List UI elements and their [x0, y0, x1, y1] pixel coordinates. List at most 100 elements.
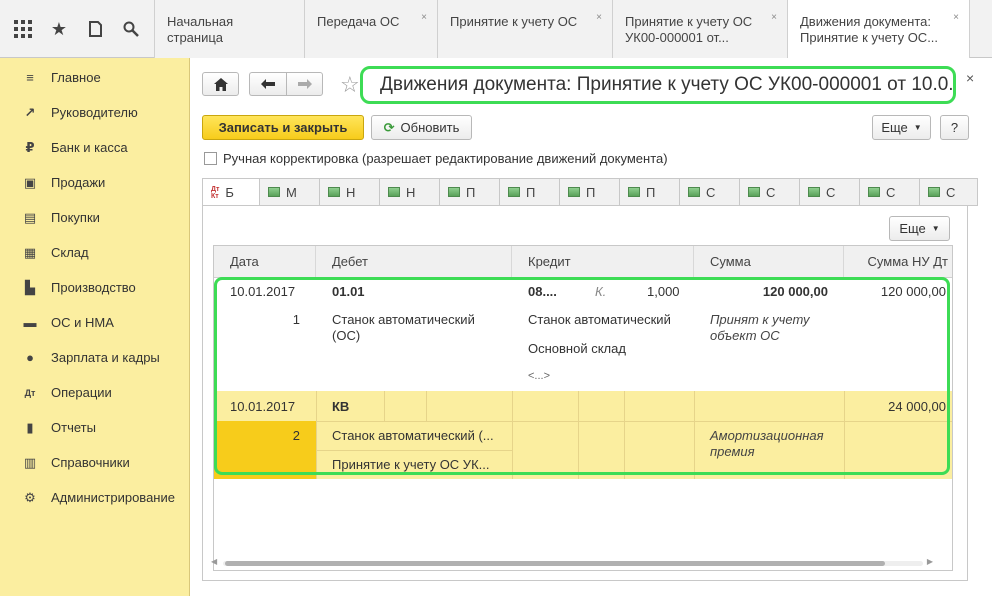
tab-document-movements[interactable]: Движения документа: Принятие к учету ОС.…	[788, 0, 970, 59]
sidebar-item-main[interactable]: ≡ Главное	[0, 60, 189, 95]
favorites-star-icon[interactable]: ★	[44, 14, 74, 44]
register-table-icon	[448, 187, 460, 197]
sidebar-item-sales[interactable]: ▣ Продажи	[0, 165, 189, 200]
register-table-icon	[928, 187, 940, 197]
column-header-sum[interactable]: Сумма	[694, 246, 844, 278]
sidebar-item-fixed-assets[interactable]: ▬ ОС и НМА	[0, 305, 189, 340]
register-table-icon	[268, 187, 280, 197]
back-button[interactable]	[249, 72, 286, 96]
scroll-left-icon[interactable]: ◀	[211, 557, 217, 566]
write-and-close-button[interactable]: Записать и закрыть	[202, 115, 364, 140]
tab-label-line2: Принятие к учету ОС...	[800, 30, 939, 45]
sidebar-item-bank[interactable]: ₽ Банк и касса	[0, 130, 189, 165]
column-header-credit[interactable]: Кредит	[512, 246, 694, 278]
favorite-star-icon[interactable]: ☆	[340, 72, 360, 98]
sidebar-item-label: Банк и касса	[51, 140, 128, 155]
tab-register-p4[interactable]: П	[620, 178, 680, 206]
sidebar-item-operations[interactable]: Дт Операции	[0, 375, 189, 410]
manual-correction-checkbox[interactable]	[204, 152, 217, 165]
column-header-sum-nu-dt[interactable]: Сумма НУ Дт	[844, 246, 952, 278]
column-header-debit[interactable]: Дебет	[316, 246, 512, 278]
chevron-down-icon: ▼	[931, 224, 940, 233]
tab-register-p3[interactable]: П	[560, 178, 620, 206]
scroll-thumb[interactable]	[225, 561, 885, 566]
tab-register-b[interactable]: Дт Кт Б	[202, 178, 260, 206]
apps-grid-icon[interactable]	[8, 14, 38, 44]
tab-register-s1[interactable]: С	[680, 178, 740, 206]
tab-accept-os-doc[interactable]: Принятие к учету ОС УК00-000001 от... ×	[613, 0, 788, 58]
sidebar-item-label: Руководителю	[51, 105, 138, 120]
sidebar-item-admin[interactable]: ⚙ Администрирование	[0, 480, 189, 515]
tab-register-n1[interactable]: Н	[320, 178, 380, 206]
tab-close-icon[interactable]: ×	[596, 10, 602, 26]
ruble-icon: ₽	[25, 139, 35, 155]
scroll-right-icon[interactable]: ▶	[927, 557, 933, 566]
search-icon[interactable]	[116, 14, 146, 44]
sidebar-item-catalogs[interactable]: ▥ Справочники	[0, 445, 189, 480]
column-header-date[interactable]: Дата	[214, 246, 316, 278]
warehouse-icon: ▦	[23, 244, 37, 260]
help-button[interactable]: ?	[940, 115, 969, 140]
selected-cell[interactable]	[214, 421, 316, 479]
history-icon[interactable]	[80, 14, 110, 44]
sidebar-item-manager[interactable]: ↗ Руководителю	[0, 95, 189, 130]
register-tab-label: П	[526, 184, 536, 200]
tab-register-s3[interactable]: С	[800, 178, 860, 206]
refresh-icon: ⟳	[383, 119, 395, 135]
sidebar-item-label: Администрирование	[51, 490, 175, 505]
register-tab-label: С	[886, 184, 896, 200]
tab-register-m[interactable]: М	[260, 178, 320, 206]
tab-label: Начальная страница	[167, 14, 234, 45]
sidebar-item-payroll[interactable]: ● Зарплата и кадры	[0, 340, 189, 375]
tab-register-p2[interactable]: П	[500, 178, 560, 206]
row-sum-nu: 120 000,00	[880, 284, 946, 299]
tab-accept-os[interactable]: Принятие к учету ОС ×	[438, 0, 613, 58]
table-header: Дата Дебет Кредит Сумма Сумма НУ Дт	[214, 246, 952, 278]
register-table-icon	[628, 187, 640, 197]
close-window-icon[interactable]: ×	[966, 70, 974, 86]
tab-register-s2[interactable]: С	[740, 178, 800, 206]
manual-correction-row: Ручная корректировка (разрешает редактир…	[204, 151, 668, 166]
dtkt-icon: Дт	[24, 387, 36, 398]
bag-icon: ▣	[23, 174, 37, 190]
sidebar-item-label: Производство	[51, 280, 136, 295]
tab-close-icon[interactable]: ×	[771, 10, 777, 26]
tab-register-p1[interactable]: П	[440, 178, 500, 206]
tab-register-s5[interactable]: С	[920, 178, 978, 206]
more-button[interactable]: Еще ▼	[872, 115, 931, 140]
refresh-button[interactable]: ⟳ Обновить	[371, 115, 472, 140]
debit-subconto-1-cont: (ОС)	[332, 328, 361, 343]
register-tab-label: П	[646, 184, 656, 200]
register-table-icon	[688, 187, 700, 197]
table-row-selected[interactable]	[214, 391, 952, 479]
tab-home[interactable]: Начальная страница	[155, 0, 305, 58]
debit-subconto-2: Принятие к учету ОС УК...	[332, 457, 490, 472]
tab-close-icon[interactable]: ×	[421, 10, 427, 26]
horizontal-scrollbar[interactable]: ◀ ▶	[211, 557, 933, 568]
row-content-cont: премия	[710, 444, 755, 459]
home-button[interactable]	[202, 72, 239, 96]
sidebar-item-label: Справочники	[51, 455, 130, 470]
row-number: 1	[292, 312, 300, 327]
register-table-icon	[808, 187, 820, 197]
register-tab-label: П	[586, 184, 596, 200]
tab-transfer-os[interactable]: Передача ОС ×	[305, 0, 438, 58]
grid-more-button[interactable]: Еще ▼	[889, 216, 950, 241]
sidebar-item-purchases[interactable]: ▤ Покупки	[0, 200, 189, 235]
register-table-icon	[748, 187, 760, 197]
row-date: 10.01.2017	[230, 399, 296, 414]
sidebar-item-production[interactable]: ▙ Производство	[0, 270, 189, 305]
credit-subconto-2: Основной склад	[528, 341, 626, 356]
top-tab-bar: ★ Начальная страница Передача ОС × Приня…	[0, 0, 992, 59]
sidebar-item-reports[interactable]: ▮ Отчеты	[0, 410, 189, 445]
sidebar-item-warehouse[interactable]: ▦ Склад	[0, 235, 189, 270]
register-tab-label: Н	[406, 184, 416, 200]
dtkt-icon: Дт Кт	[211, 185, 220, 200]
tab-label: Принятие к учету ОС	[625, 14, 753, 29]
tab-register-s4[interactable]: С	[860, 178, 920, 206]
tab-register-n2[interactable]: Н	[380, 178, 440, 206]
tab-close-icon[interactable]: ×	[953, 10, 959, 26]
tab-label: Передача ОС	[317, 14, 400, 29]
forward-button[interactable]	[286, 72, 323, 96]
menu-icon: ≡	[26, 70, 34, 85]
